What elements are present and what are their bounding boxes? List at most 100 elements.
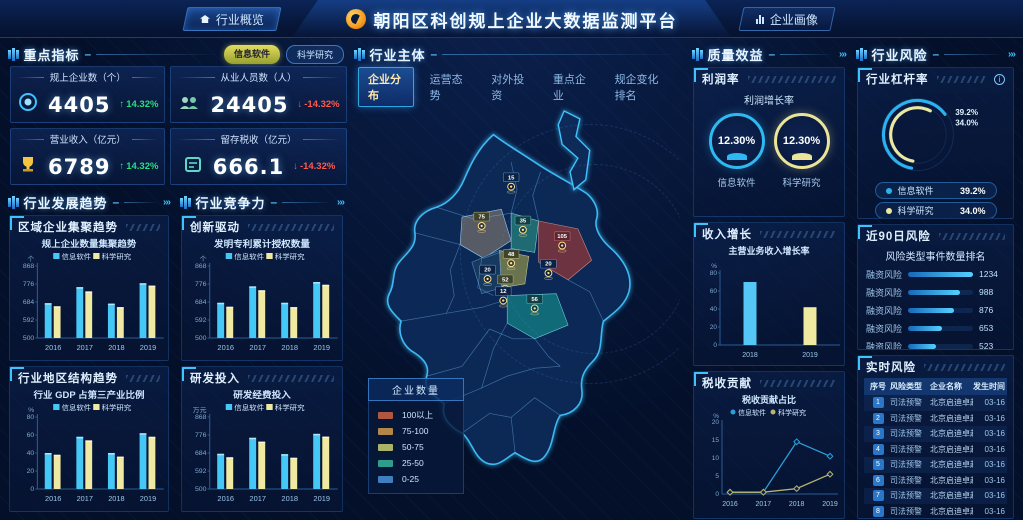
risk-ranking-bars: 融资风险1234融资风险988融资风险876融资风险653融资风险523 bbox=[858, 265, 1013, 350]
table-row[interactable]: 3司法预警北京启迪卓越科技有限公司03-16 bbox=[864, 426, 1007, 442]
bar bbox=[744, 282, 757, 345]
bar bbox=[322, 437, 329, 489]
row-risk-type: 司法预警 bbox=[890, 413, 930, 424]
row-seq-badge: 4 bbox=[873, 444, 884, 455]
svg-text:科学研究: 科学研究 bbox=[275, 403, 305, 412]
table-row[interactable]: 2司法预警北京启迪卓越科技有限公司03-16 bbox=[864, 411, 1007, 427]
card-realtime-risk: 实时风险 序号风险类型企业名称发生时间1司法预警北京启迪卓越科技有限公司03-1… bbox=[857, 355, 1014, 519]
nav-enterprise-profile[interactable]: 企业画像 bbox=[738, 7, 835, 31]
metric-delta: ↓-14.32% bbox=[293, 161, 335, 172]
leverage-legend-item[interactable]: 科学研究34.0% bbox=[875, 202, 997, 219]
svg-text:个: 个 bbox=[27, 255, 34, 263]
table-header-row: 序号风险类型企业名称发生时间 bbox=[864, 378, 1007, 395]
svg-text:个: 个 bbox=[200, 255, 207, 263]
title-line bbox=[96, 54, 219, 55]
svg-text:2016: 2016 bbox=[45, 495, 61, 503]
risk-bar bbox=[908, 290, 960, 295]
svg-text:0: 0 bbox=[30, 486, 34, 493]
table-row[interactable]: 4司法预警北京启迪卓越科技有限公司03-16 bbox=[864, 442, 1007, 458]
bar bbox=[313, 282, 320, 338]
svg-text:80: 80 bbox=[710, 270, 718, 277]
title-dash bbox=[933, 47, 940, 61]
leverage-arc-chart: 39.2% 34.0% bbox=[858, 88, 1013, 179]
table-row[interactable]: 7司法预警北京启迪卓越科技有限公司03-16 bbox=[864, 488, 1007, 504]
svg-text:2017: 2017 bbox=[249, 343, 266, 352]
svg-text:592: 592 bbox=[195, 468, 207, 475]
legend-swatch-icon bbox=[378, 476, 393, 483]
risk-rank-row: 融资风险876 bbox=[858, 301, 1013, 319]
section-title: 利润率 bbox=[702, 71, 740, 87]
svg-text:592: 592 bbox=[195, 317, 207, 324]
metric-value: 4405 bbox=[48, 93, 110, 117]
table-row[interactable]: 8司法预警北京启迪卓越科技有限公司03-16 bbox=[864, 504, 1007, 520]
title-dash bbox=[85, 47, 92, 61]
industry-pill-active[interactable]: 信息软件 bbox=[224, 45, 280, 64]
legend-label: 信息软件 bbox=[898, 184, 954, 197]
risk-count: 988 bbox=[979, 287, 1005, 297]
hatch-decor bbox=[126, 375, 160, 382]
expand-icon[interactable] bbox=[163, 197, 170, 208]
svg-text:研发经费投入: 研发经费投入 bbox=[233, 389, 291, 400]
gauge-value: 12.30% bbox=[783, 135, 820, 147]
hatch-decor bbox=[939, 233, 1005, 240]
row-date: 03-16 bbox=[973, 491, 1005, 500]
svg-text:科学研究: 科学研究 bbox=[275, 252, 305, 261]
legend-swatch-icon bbox=[378, 444, 393, 451]
bar bbox=[140, 283, 147, 338]
legend-swatch-icon bbox=[378, 460, 393, 467]
row-risk-type: 司法预警 bbox=[890, 428, 930, 439]
svg-text:2018: 2018 bbox=[742, 352, 758, 359]
card-profit-rate: 利润率 利润增长率 12.30%信息软件12.30%科学研究 bbox=[693, 67, 845, 217]
svg-text:2019: 2019 bbox=[313, 343, 330, 352]
card-income-growth: 收入增长 主营业务收入增长率%02040608020182019 bbox=[693, 222, 845, 366]
row-date: 03-16 bbox=[973, 414, 1005, 423]
svg-text:2017: 2017 bbox=[756, 501, 772, 508]
bar bbox=[258, 442, 265, 489]
gauge-value: 12.30% bbox=[718, 135, 755, 147]
svg-text:税收贡献占比: 税收贡献占比 bbox=[742, 394, 796, 405]
svg-text:39.2%: 39.2% bbox=[955, 108, 978, 117]
risk-count: 653 bbox=[979, 323, 1005, 333]
section-title: 行业地区结构趋势 bbox=[18, 370, 118, 386]
chart-gdp-share: 行业 GDP 占第三产业比例信息软件科学研究%02040608020162017… bbox=[10, 387, 168, 512]
expand-icon[interactable] bbox=[1008, 49, 1015, 60]
table-row[interactable]: 6司法预警北京启迪卓越科技有限公司03-16 bbox=[864, 473, 1007, 489]
svg-text:2019: 2019 bbox=[822, 501, 838, 508]
svg-text:34.0%: 34.0% bbox=[955, 119, 978, 128]
svg-text:500: 500 bbox=[195, 335, 207, 342]
section-title: 创新驱动 bbox=[190, 219, 240, 235]
legend-range-label: 25-50 bbox=[402, 458, 424, 468]
bar bbox=[249, 438, 256, 489]
bar bbox=[313, 434, 320, 489]
row-risk-type: 司法预警 bbox=[890, 475, 930, 486]
legend-swatch-icon bbox=[378, 412, 393, 419]
title-line bbox=[780, 54, 834, 55]
panel-title: 重点指标 bbox=[24, 45, 80, 64]
bar bbox=[54, 306, 61, 338]
metric-label: 营业收入（亿元） bbox=[50, 132, 126, 146]
table-row[interactable]: 5司法预警北京启迪卓越科技有限公司03-16 bbox=[864, 457, 1007, 473]
card-region-structure: 行业地区结构趋势 行业 GDP 占第三产业比例信息软件科学研究%02040608… bbox=[9, 366, 169, 512]
info-icon[interactable]: i bbox=[994, 74, 1005, 85]
hatch-decor bbox=[248, 224, 334, 231]
map-legend-item: 25-50 bbox=[378, 455, 454, 471]
map-legend-item: 75-100 bbox=[378, 423, 454, 439]
svg-text:20: 20 bbox=[710, 324, 718, 331]
leverage-legend-item[interactable]: 信息软件39.2% bbox=[875, 182, 997, 199]
risk-count: 876 bbox=[979, 305, 1005, 315]
table-row[interactable]: 1司法预警北京启迪卓越科技有限公司03-16 bbox=[864, 395, 1007, 411]
nav-industry-overview[interactable]: 行业概览 bbox=[182, 7, 281, 31]
arrow-up-icon: ↑ bbox=[119, 161, 124, 172]
tax-icon bbox=[182, 153, 204, 180]
industry-pill-idle[interactable]: 科学研究 bbox=[286, 45, 344, 64]
svg-text:684: 684 bbox=[195, 450, 207, 457]
hatch-decor bbox=[126, 224, 160, 231]
expand-icon[interactable] bbox=[839, 49, 846, 60]
title-line bbox=[944, 54, 1003, 55]
bar bbox=[249, 286, 256, 338]
risk-rank-row: 融资风险653 bbox=[858, 319, 1013, 337]
bar bbox=[217, 303, 224, 338]
panel-title: 行业风险 bbox=[872, 45, 928, 64]
district-map: 157535105482020521256 企业数量 100以上75-10050… bbox=[356, 94, 680, 510]
expand-icon[interactable] bbox=[337, 197, 344, 208]
